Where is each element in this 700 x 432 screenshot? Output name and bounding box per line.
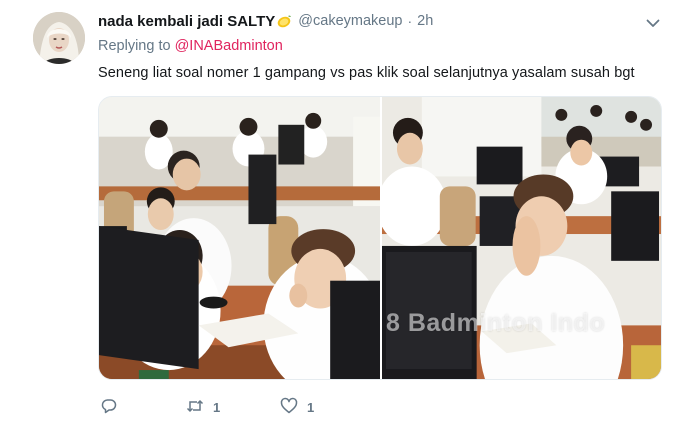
chevron-down-icon[interactable] <box>644 14 662 32</box>
photo-right[interactable]: 8 Badminton Indo <box>382 97 661 379</box>
photo-left[interactable] <box>99 97 380 379</box>
tweet-header: nada kembali jadi SALTY @cakeymakeup · 2… <box>98 12 433 30</box>
lemon-icon <box>276 13 292 29</box>
reply-icon <box>100 397 118 418</box>
replying-to-label: Replying to <box>98 38 171 54</box>
avatar-image <box>33 12 85 64</box>
display-name[interactable]: nada kembali jadi SALTY <box>98 13 275 30</box>
tweet-actions: 1 1 <box>100 397 314 417</box>
like-button[interactable]: 1 <box>280 397 314 417</box>
retweet-count: 1 <box>213 399 221 415</box>
like-count: 1 <box>307 399 315 415</box>
heart-icon <box>280 397 298 418</box>
tweet: nada kembali jadi SALTY @cakeymakeup · 2… <box>0 0 700 432</box>
user-handle[interactable]: @cakeymakeup <box>298 13 402 29</box>
watermark: 8 Badminton Indo <box>386 309 606 337</box>
reply-button[interactable] <box>100 397 186 417</box>
separator-dot: · <box>407 13 413 29</box>
replying-to-mention[interactable]: @INABadminton <box>175 38 283 54</box>
replying-to: Replying to @INABadminton <box>98 38 283 54</box>
retweet-button[interactable]: 1 <box>186 397 280 417</box>
avatar[interactable] <box>33 12 85 64</box>
tweet-media[interactable]: 8 Badminton Indo <box>98 96 662 380</box>
retweet-icon <box>186 397 204 418</box>
tweet-text: Seneng liat soal nomer 1 gampang vs pas … <box>98 65 635 81</box>
timestamp[interactable]: 2h <box>417 13 433 29</box>
